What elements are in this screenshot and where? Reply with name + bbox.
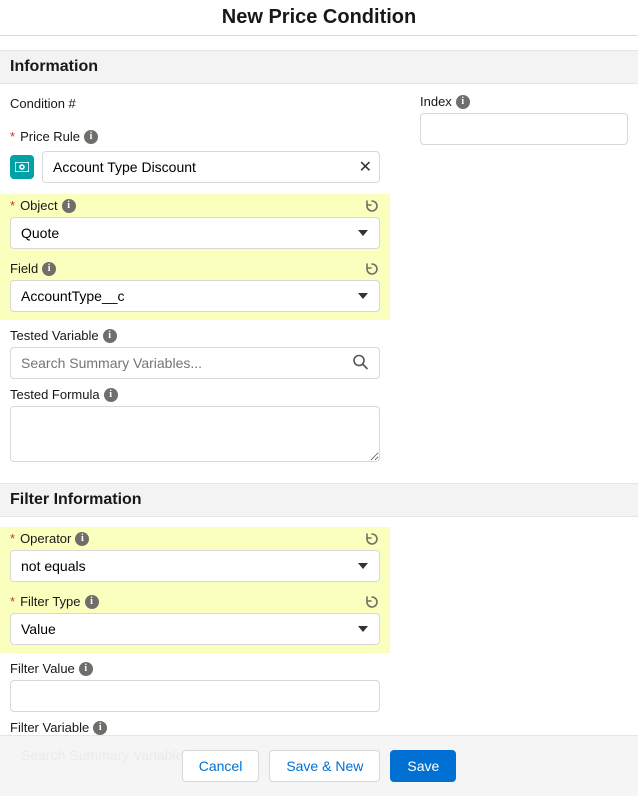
tested-variable-label: Tested Variable	[10, 328, 99, 343]
info-icon: i	[75, 532, 89, 546]
tested-variable-search-input[interactable]	[10, 347, 380, 379]
object-label: Object	[20, 198, 58, 213]
tested-formula-label: Tested Formula	[10, 387, 100, 402]
section-header-filter: Filter Information	[0, 483, 638, 517]
page-title: New Price Condition	[0, 0, 638, 35]
operator-label: Operator	[20, 531, 71, 546]
cancel-button[interactable]: Cancel	[182, 750, 260, 782]
save-and-new-button[interactable]: Save & New	[269, 750, 380, 782]
info-icon: i	[62, 199, 76, 213]
info-icon: i	[84, 130, 98, 144]
object-select[interactable]: Quote	[10, 217, 380, 249]
field-select[interactable]: AccountType__c	[10, 280, 380, 312]
condition-number-label: Condition #	[10, 94, 380, 121]
tested-formula-textarea[interactable]	[10, 406, 380, 462]
undo-icon[interactable]	[364, 261, 380, 280]
section-header-information: Information	[0, 50, 638, 84]
info-icon: i	[104, 388, 118, 402]
index-input[interactable]	[420, 113, 628, 145]
undo-icon[interactable]	[364, 531, 380, 550]
undo-icon[interactable]	[364, 198, 380, 217]
undo-icon[interactable]	[364, 594, 380, 613]
info-icon: i	[456, 95, 470, 109]
price-rule-object-icon	[10, 155, 34, 179]
filter-value-input[interactable]	[10, 680, 380, 712]
filter-variable-label: Filter Variable	[10, 720, 89, 735]
info-icon: i	[42, 262, 56, 276]
operator-select[interactable]: not equals	[10, 550, 380, 582]
filter-type-label: Filter Type	[20, 594, 80, 609]
info-icon: i	[93, 721, 107, 735]
save-button[interactable]: Save	[390, 750, 456, 782]
info-icon: i	[103, 329, 117, 343]
search-icon	[352, 354, 368, 373]
price-rule-label: Price Rule	[20, 129, 80, 144]
info-icon: i	[85, 595, 99, 609]
index-label: Index	[420, 94, 452, 109]
info-icon: i	[79, 662, 93, 676]
field-label: Field	[10, 261, 38, 276]
clear-icon[interactable]: ✕	[359, 157, 372, 177]
filter-type-select[interactable]: Value	[10, 613, 380, 645]
price-rule-lookup[interactable]	[42, 151, 380, 183]
filter-value-label: Filter Value	[10, 661, 75, 676]
